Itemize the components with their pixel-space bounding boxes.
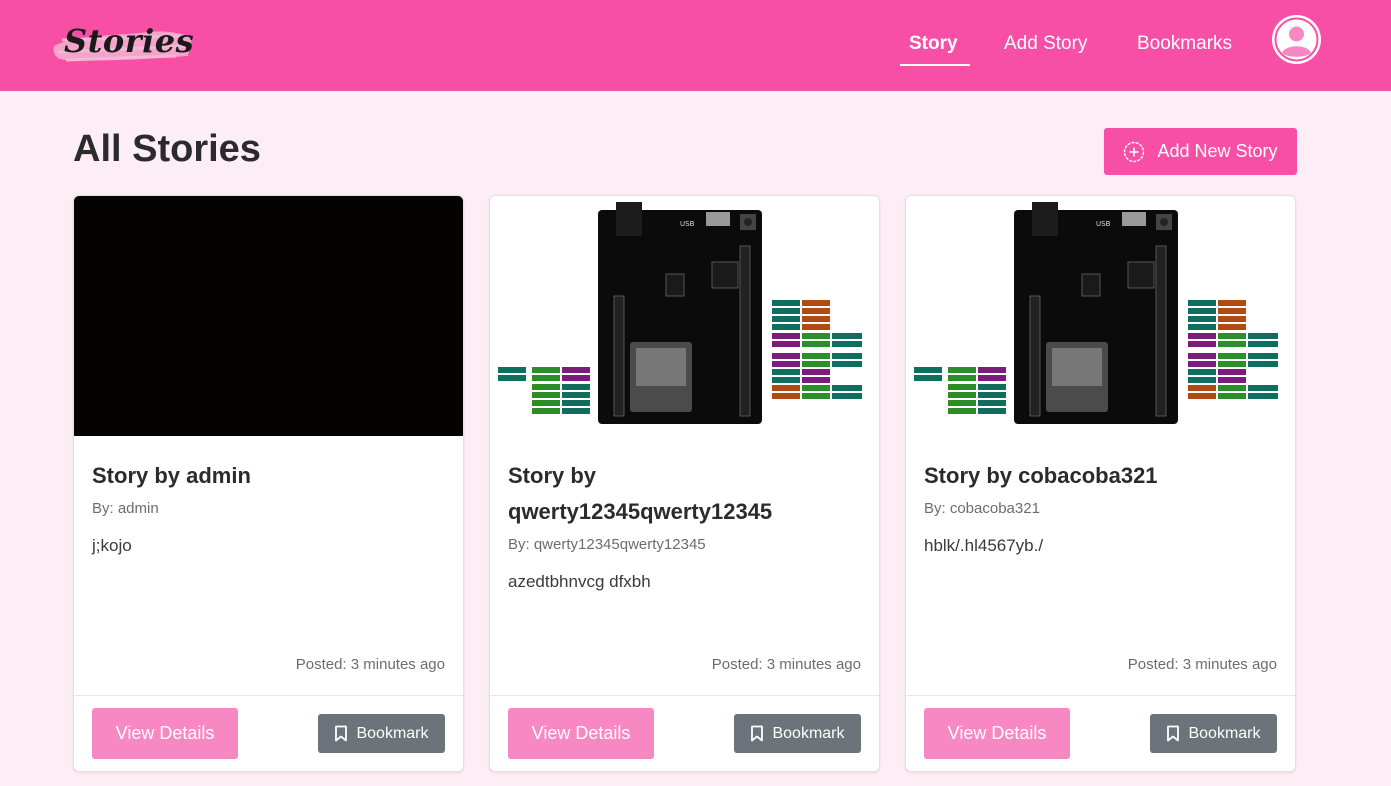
logo-text: Stories [64, 22, 195, 60]
nav-add-story[interactable]: Add Story [1004, 33, 1087, 55]
bookmark-label: Bookmark [356, 724, 429, 742]
top-navbar: Stories Story Add Story Bookmarks [0, 0, 1391, 91]
page-title: All Stories [73, 128, 261, 170]
bookmark-button[interactable]: Bookmark [1150, 714, 1277, 753]
user-avatar-icon [1274, 17, 1319, 62]
story-posted-time: Posted: 3 minutes ago [1127, 656, 1277, 673]
logo[interactable]: Stories [48, 16, 196, 72]
add-new-story-button[interactable]: Add New Story [1104, 128, 1297, 175]
story-description: j;kojo [92, 536, 132, 555]
view-details-button[interactable]: View Details [508, 708, 654, 759]
card-divider [906, 695, 1295, 696]
story-title: Story by cobacoba321 [924, 463, 1158, 488]
story-image: USB [490, 196, 879, 436]
bookmark-icon [751, 725, 764, 742]
story-card: USB Story by cobacoba321 By: cobacoba321… [905, 195, 1296, 772]
nav-bookmarks[interactable]: Bookmarks [1137, 33, 1232, 55]
story-description: hblk/.hl4567yb./ [924, 536, 1044, 555]
story-title: Story by qwerty12345qwerty12345 [508, 463, 773, 524]
story-title: Story by admin [92, 463, 251, 488]
nav-active-indicator [900, 64, 970, 66]
add-new-story-label: Add New Story [1157, 141, 1278, 161]
story-image: USB [906, 196, 1295, 436]
plus-circle-icon [1124, 141, 1145, 162]
story-card: USB Story by qwerty12345qwerty12345 By: … [489, 195, 880, 772]
bookmark-icon [335, 725, 348, 742]
bookmark-button[interactable]: Bookmark [318, 714, 445, 753]
story-card: Story by admin By: admin j;kojo Posted: … [73, 195, 464, 772]
story-author: By: qwerty12345qwerty12345 [508, 536, 706, 553]
svg-text:USB: USB [680, 220, 695, 228]
card-divider [490, 695, 879, 696]
circuit-board-image: USB [914, 202, 1278, 424]
story-author: By: admin [92, 500, 159, 517]
circuit-board-image: USB [498, 202, 862, 424]
story-image [74, 196, 463, 436]
story-description: azedtbhnvcg dfxbh [508, 572, 651, 591]
bookmark-label: Bookmark [1188, 724, 1261, 742]
story-author: By: cobacoba321 [924, 500, 1040, 517]
bookmark-button[interactable]: Bookmark [734, 714, 861, 753]
bookmark-icon [1167, 725, 1180, 742]
story-posted-time: Posted: 3 minutes ago [295, 656, 445, 673]
nav-story[interactable]: Story [909, 33, 958, 55]
view-details-button[interactable]: View Details [924, 708, 1070, 759]
view-details-button[interactable]: View Details [92, 708, 238, 759]
svg-text:USB: USB [1096, 220, 1111, 228]
story-posted-time: Posted: 3 minutes ago [711, 656, 861, 673]
card-divider [74, 695, 463, 696]
bookmark-label: Bookmark [772, 724, 845, 742]
user-avatar-button[interactable] [1272, 15, 1321, 64]
